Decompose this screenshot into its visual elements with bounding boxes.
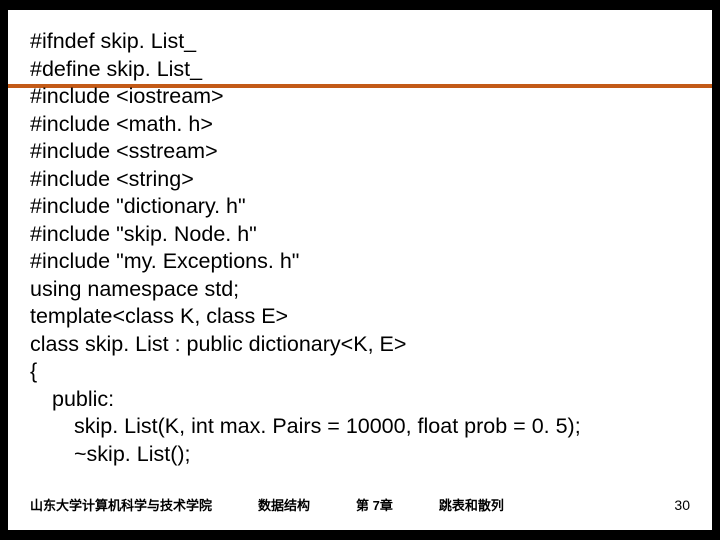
code-line: skip. List(K, int max. Pairs = 10000, fl… (30, 413, 690, 441)
code-block: #ifndef skip. List_ #define skip. List_ … (30, 28, 690, 468)
code-line: #include "skip. Node. h" (30, 221, 690, 249)
code-line: ~skip. List(); (30, 441, 690, 469)
code-line: #ifndef skip. List_ (30, 28, 690, 56)
code-line: #include "dictionary. h" (30, 193, 690, 221)
code-line: #include <string> (30, 166, 690, 194)
code-line: #define skip. List_ (30, 56, 690, 84)
code-line: { (30, 358, 690, 386)
footer-chapter: 第 7章 (356, 495, 393, 514)
code-line: public: (30, 386, 690, 414)
code-line: using namespace std; (30, 276, 690, 304)
code-line: #include "my. Exceptions. h" (30, 248, 690, 276)
footer: 山东大学计算机科学与技术学院 数据结构 第 7章 跳表和散列 30 (30, 495, 690, 514)
code-line: #include <sstream> (30, 138, 690, 166)
code-line: template<class K, class E> (30, 303, 690, 331)
footer-subject: 数据结构 (258, 495, 310, 514)
slide: #ifndef skip. List_ #define skip. List_ … (8, 10, 712, 530)
footer-affiliation: 山东大学计算机科学与技术学院 (30, 495, 212, 514)
code-line: #include <math. h> (30, 111, 690, 139)
page-number: 30 (674, 497, 690, 513)
footer-topic: 跳表和散列 (439, 495, 504, 514)
code-line: #include <iostream> (30, 83, 690, 111)
code-line: class skip. List : public dictionary<K, … (30, 331, 690, 359)
